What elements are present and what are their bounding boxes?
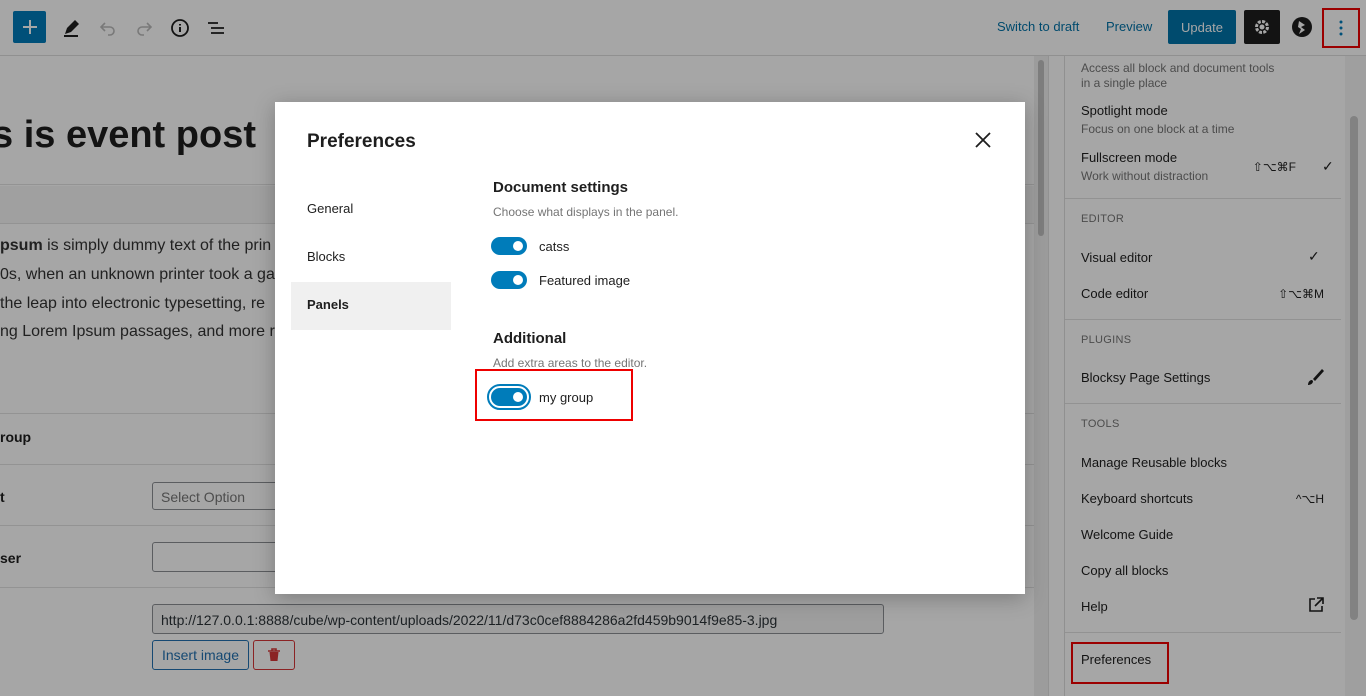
toggle-switch[interactable]: [491, 237, 527, 255]
document-settings-desc: Choose what displays in the panel.: [493, 205, 679, 219]
additional-desc: Add extra areas to the editor.: [493, 356, 648, 370]
modal-title: Preferences: [307, 131, 416, 152]
additional-title: Additional: [493, 330, 567, 347]
toggle-label: Featured image: [539, 272, 631, 288]
tab-panels[interactable]: Panels: [291, 282, 451, 330]
my-group-highlight: [475, 369, 633, 421]
close-icon: [975, 132, 991, 148]
toggle-catss[interactable]: catss: [491, 237, 569, 255]
toggle-label: catss: [539, 238, 570, 254]
document-settings-title: Document settings: [493, 179, 629, 196]
preferences-modal: Preferences General Blocks Panels Docume…: [275, 102, 1025, 594]
toggle-switch[interactable]: [491, 271, 527, 289]
close-button[interactable]: [969, 126, 997, 154]
tab-blocks[interactable]: Blocks: [291, 234, 451, 282]
tab-general[interactable]: General: [291, 186, 451, 234]
toggle-featured-image[interactable]: Featured image: [491, 271, 630, 289]
